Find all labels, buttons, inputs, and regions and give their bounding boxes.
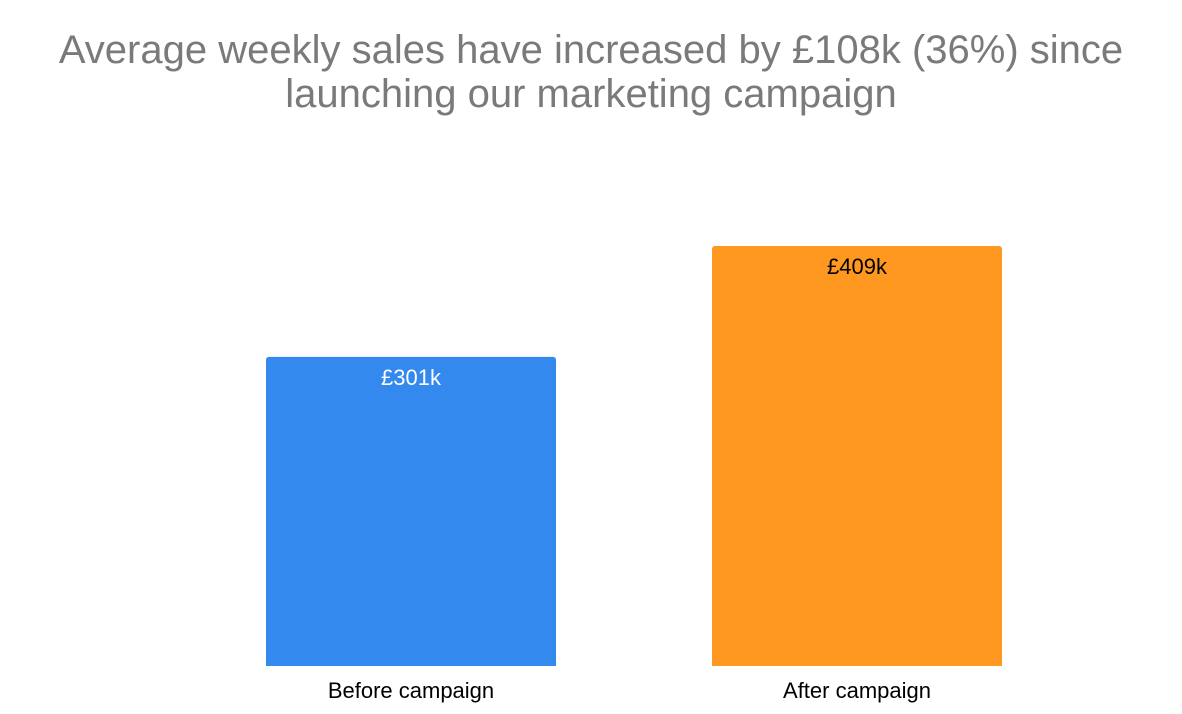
bar-base — [266, 662, 556, 666]
bar-before-campaign — [266, 356, 556, 666]
bar-after-campaign — [712, 246, 1002, 666]
bars-layer — [266, 246, 1002, 666]
bar-chart: £301k Before campaign £409k After campaign — [266, 246, 1002, 703]
category-label: Before campaign — [328, 678, 494, 703]
bar-base — [712, 662, 1002, 666]
data-label: £409k — [827, 254, 888, 279]
data-label: £301k — [381, 365, 442, 390]
category-label: After campaign — [783, 678, 931, 703]
